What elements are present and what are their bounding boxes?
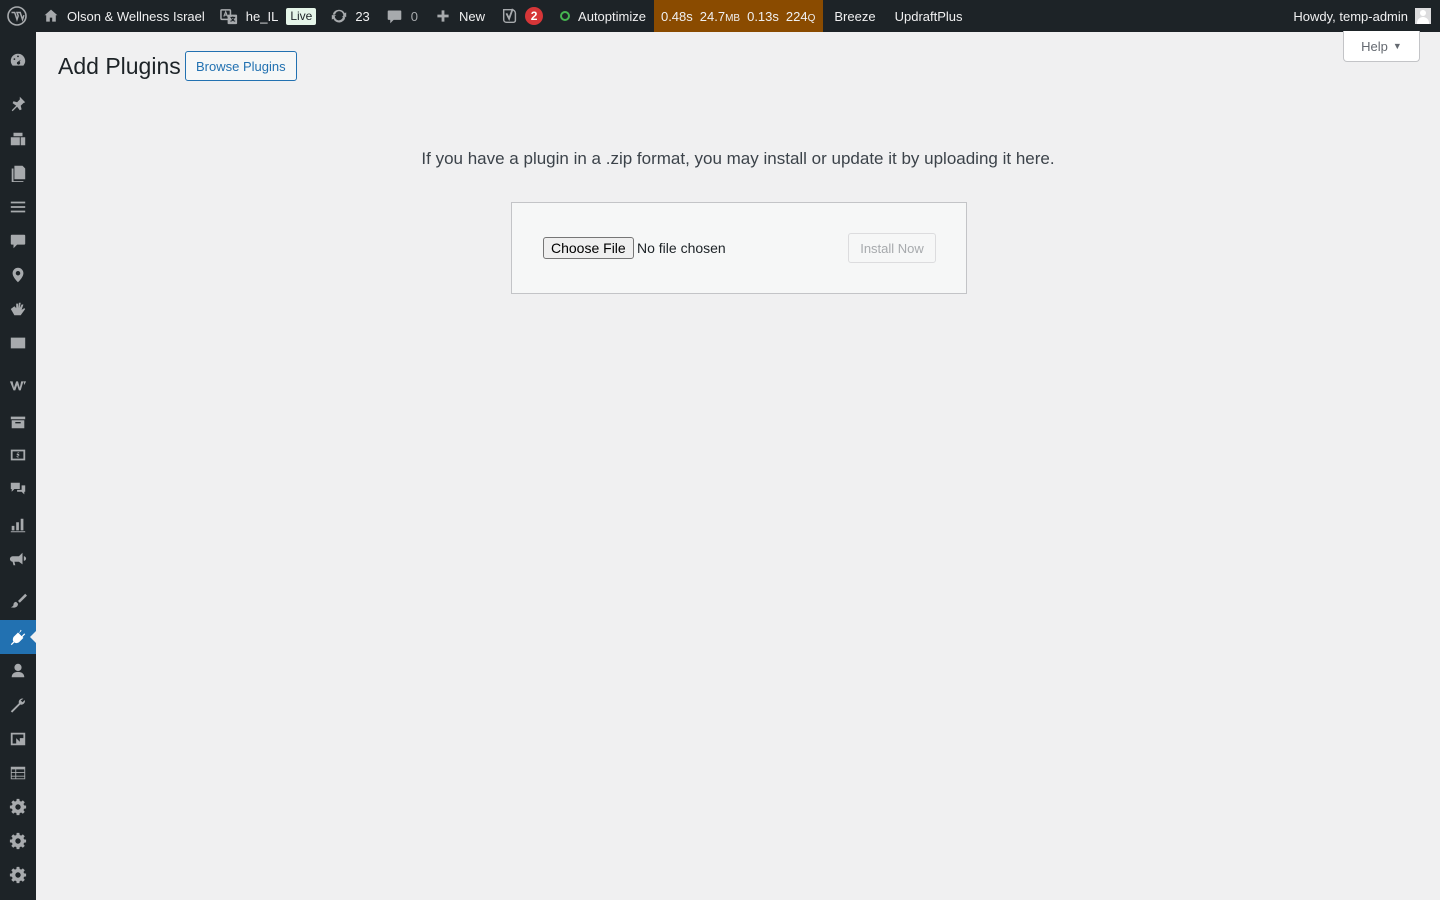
analytics-icon bbox=[10, 518, 26, 533]
translate-icon bbox=[219, 8, 237, 24]
qm-page-time: 0.48s bbox=[660, 8, 693, 24]
sidebar-item-woocommerce[interactable] bbox=[0, 368, 36, 402]
site-name-menu[interactable]: Olson & Wellness Israel bbox=[34, 0, 213, 32]
help-tab-button[interactable]: Help ▼ bbox=[1343, 31, 1420, 62]
sidebar-item-mail[interactable] bbox=[0, 326, 36, 360]
sidebar-item-appearance-brush[interactable] bbox=[0, 584, 36, 618]
media-icon bbox=[10, 132, 26, 146]
appearance-brush-icon bbox=[10, 593, 27, 608]
users-icon bbox=[11, 663, 25, 678]
file-chosen-status: No file chosen bbox=[637, 240, 726, 256]
archive-icon bbox=[10, 416, 26, 429]
home-icon bbox=[44, 9, 58, 22]
sidebar-item-hand[interactable] bbox=[0, 292, 36, 326]
site-name: Olson & Wellness Israel bbox=[67, 8, 205, 24]
updates-menu[interactable]: 23 bbox=[324, 0, 377, 32]
sidebar-item-chat-bubbles[interactable] bbox=[0, 472, 36, 506]
browse-plugins-button[interactable]: Browse Plugins bbox=[185, 51, 297, 81]
sidebar-item-megaphone[interactable] bbox=[0, 542, 36, 576]
caret-down-icon: ▼ bbox=[1392, 41, 1402, 51]
updates-count: 23 bbox=[355, 8, 370, 24]
breeze-menu[interactable]: Breeze bbox=[823, 0, 885, 32]
upload-plugin-form: Choose File No file chosen Install Now bbox=[511, 202, 967, 294]
updraftplus-menu[interactable]: UpdraftPlus bbox=[886, 0, 971, 32]
dashboard-icon bbox=[10, 53, 26, 66]
megaphone-icon bbox=[9, 552, 27, 566]
autoptimize-menu[interactable]: Autoptimize bbox=[551, 0, 654, 32]
comments-menu[interactable]: 0 bbox=[378, 0, 426, 32]
sidebar-item-users[interactable] bbox=[0, 654, 36, 688]
sidebar-item-menu-list[interactable] bbox=[0, 190, 36, 224]
hand-icon bbox=[10, 302, 26, 316]
plus-icon bbox=[437, 10, 449, 22]
autoptimize-label: Autoptimize bbox=[578, 8, 646, 24]
location-pin-icon bbox=[12, 267, 24, 283]
sidebar-item-table[interactable] bbox=[0, 756, 36, 790]
yoast-notification-badge: 2 bbox=[525, 7, 544, 25]
comments-count: 0 bbox=[410, 8, 419, 24]
money-icon bbox=[10, 449, 26, 461]
posts-pin-icon bbox=[11, 96, 26, 112]
yoast-icon bbox=[503, 8, 517, 24]
sidebar-item-plugins[interactable] bbox=[0, 620, 36, 654]
new-content-menu[interactable]: New bbox=[426, 0, 493, 32]
language-code: he_IL bbox=[245, 8, 279, 24]
language-switcher[interactable]: he_IL Live bbox=[213, 0, 325, 32]
qm-memory: 24.7MB bbox=[699, 8, 741, 24]
sidebar-item-posts-pin[interactable] bbox=[0, 87, 36, 121]
sidebar-item-settings-gear[interactable] bbox=[0, 790, 36, 824]
import-icon bbox=[10, 732, 26, 746]
sidebar-item-tools-wrench[interactable] bbox=[0, 688, 36, 722]
menu-list-icon bbox=[10, 201, 26, 213]
sidebar-item-archive[interactable] bbox=[0, 405, 36, 439]
mail-icon bbox=[10, 337, 26, 349]
yoast-seo-menu[interactable]: 2 bbox=[493, 0, 551, 32]
page-title: Add Plugins bbox=[58, 53, 181, 79]
settings-gear-icon bbox=[9, 798, 27, 816]
woocommerce-icon bbox=[9, 381, 27, 391]
tools-wrench-icon bbox=[10, 698, 25, 713]
wordpress-logo-icon bbox=[7, 6, 27, 26]
comments-icon bbox=[10, 234, 26, 249]
sidebar-item-dashboard[interactable] bbox=[0, 43, 36, 77]
live-badge: Live bbox=[286, 7, 317, 25]
upload-help-text: If you have a plugin in a .zip format, y… bbox=[421, 149, 1055, 168]
autoptimize-status-icon bbox=[560, 11, 571, 21]
comment-bubble-icon bbox=[387, 10, 402, 23]
qm-queries: 224Q bbox=[785, 8, 816, 24]
updraftplus-label: UpdraftPlus bbox=[894, 8, 963, 24]
qm-db-time: 0.13s bbox=[747, 8, 779, 24]
table-icon bbox=[10, 766, 26, 780]
sidebar-item-money[interactable] bbox=[0, 438, 36, 472]
breeze-label: Breeze bbox=[834, 8, 876, 24]
sidebar-item-location-pin[interactable] bbox=[0, 258, 36, 292]
query-monitor-menu[interactable]: 0.48s 24.7MB 0.13s 224Q bbox=[653, 0, 824, 32]
sidebar-item-import[interactable] bbox=[0, 722, 36, 756]
wordpress-logo-menu[interactable] bbox=[0, 0, 34, 32]
new-label: New bbox=[459, 8, 486, 24]
choose-file-button[interactable]: Choose File bbox=[543, 237, 634, 259]
sidebar-item-analytics[interactable] bbox=[0, 508, 36, 542]
install-now-button[interactable]: Install Now bbox=[848, 233, 936, 263]
help-label: Help bbox=[1361, 38, 1388, 54]
updates-refresh-icon bbox=[332, 9, 347, 23]
howdy-greeting: Howdy, temp-admin bbox=[1293, 8, 1408, 24]
sidebar-item-comments[interactable] bbox=[0, 224, 36, 258]
sidebar-item-settings-gear[interactable] bbox=[0, 824, 36, 858]
admin-bar: Olson & Wellness Israel he_IL Live 23 0 … bbox=[0, 0, 1440, 32]
settings-gear-icon bbox=[9, 866, 27, 884]
my-account-menu[interactable]: Howdy, temp-admin bbox=[1293, 8, 1440, 24]
avatar bbox=[1415, 8, 1431, 24]
chat-bubbles-icon bbox=[10, 482, 26, 495]
sidebar-item-settings-gear[interactable] bbox=[0, 858, 36, 892]
plugins-icon bbox=[10, 629, 26, 646]
settings-gear-icon bbox=[9, 832, 27, 850]
